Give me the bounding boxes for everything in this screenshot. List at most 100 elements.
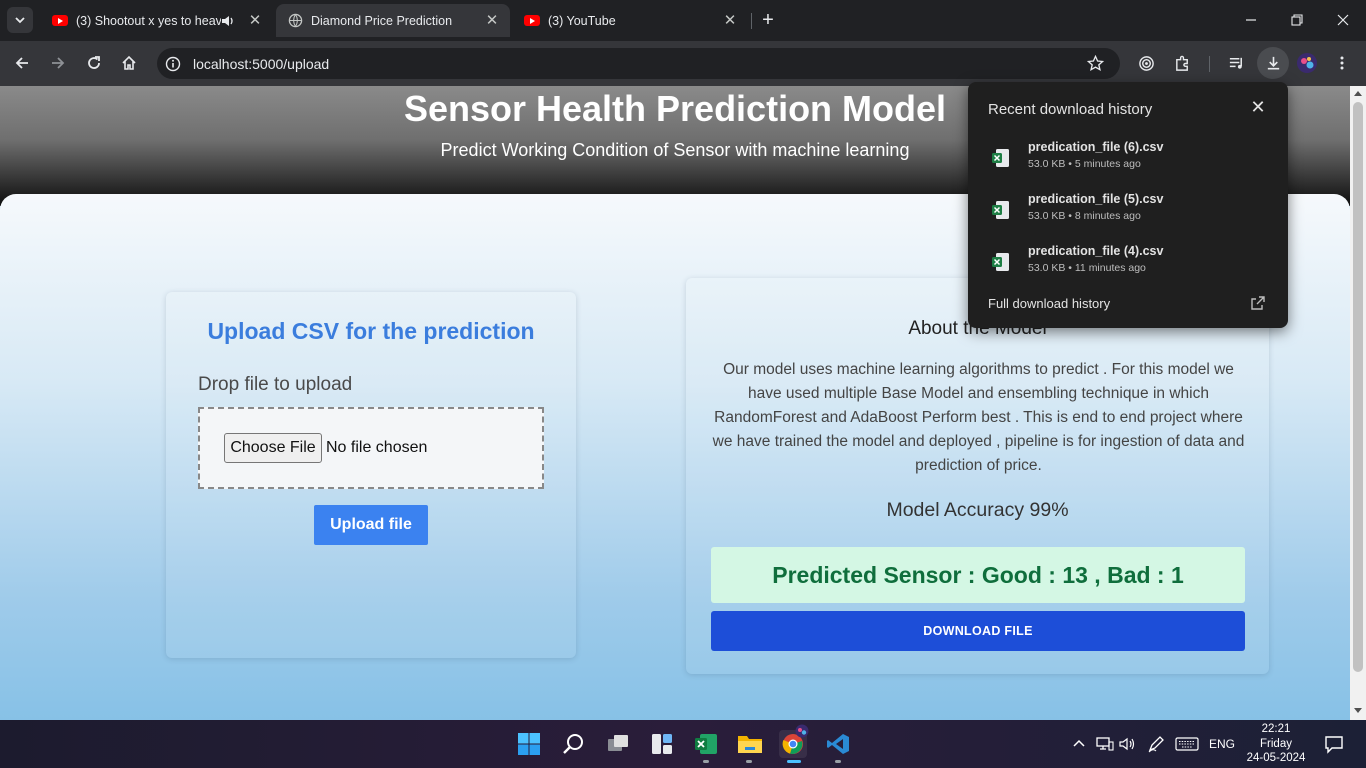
tab-close-icon[interactable]: ✕ <box>484 12 500 29</box>
notification-icon[interactable] <box>1324 734 1344 754</box>
globe-icon <box>288 13 303 28</box>
running-indicator <box>703 760 709 763</box>
system-clock[interactable]: 22:21 Friday 24-05-2024 <box>1240 722 1312 766</box>
download-filename: predication_file (5).csv <box>1028 192 1164 206</box>
scroll-up-arrow[interactable] <box>1354 91 1362 96</box>
download-item[interactable]: predication_file (6).csv 53.0 KB • 5 min… <box>968 138 1288 186</box>
home-button[interactable] <box>115 49 143 77</box>
download-filename: predication_file (6).csv <box>1028 140 1164 154</box>
restore-icon <box>1291 14 1303 26</box>
profile-avatar[interactable] <box>1293 49 1321 77</box>
download-item[interactable]: predication_file (5).csv 53.0 KB • 8 min… <box>968 190 1288 238</box>
pen-icon[interactable] <box>1147 735 1165 753</box>
tab-title: (3) YouTube <box>548 13 616 28</box>
chevron-up-icon[interactable] <box>1072 737 1086 751</box>
site-info-icon[interactable] <box>165 56 181 72</box>
start-button[interactable] <box>515 730 543 758</box>
chrome-app-button[interactable] <box>779 724 809 758</box>
download-history-panel: Recent download history ✕ predication_fi… <box>968 82 1288 328</box>
tab-youtube-shootout[interactable]: (3) Shootout x yes to heave ✕ <box>40 4 273 37</box>
tab-diamond-price-prediction[interactable]: Diamond Price Prediction ✕ <box>276 4 510 37</box>
tab-separator <box>751 13 752 29</box>
vscode-icon <box>827 734 849 754</box>
menu-button[interactable] <box>1328 49 1356 77</box>
running-indicator <box>835 760 841 763</box>
excel-app-button[interactable] <box>692 730 720 758</box>
scroll-down-arrow[interactable] <box>1354 708 1362 713</box>
tab-close-icon[interactable]: ✕ <box>247 12 263 29</box>
forward-button[interactable] <box>44 49 72 77</box>
active-indicator <box>787 760 801 763</box>
vscode-app-button[interactable] <box>824 730 852 758</box>
volume-icon[interactable] <box>1119 736 1137 752</box>
clock-time: 22:21 <box>1261 723 1291 735</box>
downloads-button[interactable] <box>1257 47 1289 79</box>
upload-heading: Upload CSV for the prediction <box>207 318 535 344</box>
minimize-button[interactable] <box>1228 0 1274 40</box>
youtube-icon <box>52 15 68 26</box>
excel-file-icon <box>992 201 1009 219</box>
home-icon <box>122 55 136 70</box>
media-controls-button[interactable] <box>1222 49 1250 77</box>
folder-icon <box>738 736 762 753</box>
search-icon <box>563 734 583 754</box>
extension-button[interactable] <box>1132 49 1160 77</box>
download-meta: 53.0 KB • 8 minutes ago <box>1028 210 1141 222</box>
choose-file-button[interactable]: Choose File <box>224 433 322 463</box>
scroll-thumb[interactable] <box>1353 102 1363 672</box>
drop-label: Drop file to upload <box>198 374 353 395</box>
playlist-icon <box>1229 57 1242 69</box>
restore-button[interactable] <box>1274 0 1320 40</box>
more-vert-icon <box>1340 56 1344 70</box>
arrow-left-icon <box>15 57 28 69</box>
tab-close-icon[interactable]: ✕ <box>722 12 738 29</box>
download-filename: predication_file (4).csv <box>1028 244 1164 258</box>
network-icon[interactable] <box>1096 736 1114 752</box>
tab-search-button[interactable] <box>7 7 33 33</box>
browser-toolbar: localhost:5000/upload <box>0 41 1366 86</box>
reload-button[interactable] <box>80 49 108 77</box>
speaker-icon[interactable] <box>221 14 235 28</box>
upload-file-button[interactable]: Upload file <box>314 505 428 545</box>
download-file-button[interactable]: DOWNLOAD FILE <box>711 611 1245 651</box>
excel-icon <box>695 734 717 754</box>
reload-icon <box>88 56 100 69</box>
windows-taskbar: ENG 22:21 Friday 24-05-2024 <box>0 720 1366 768</box>
close-icon[interactable]: ✕ <box>1248 97 1268 118</box>
extensions-button[interactable] <box>1168 49 1196 77</box>
task-view-button[interactable] <box>604 730 632 758</box>
windows-logo-icon <box>518 733 540 755</box>
page-scrollbar[interactable] <box>1350 86 1366 720</box>
toolbar-separator <box>1209 56 1210 72</box>
tab-strip: (3) Shootout x yes to heave ✕ Diamond Pr… <box>0 0 1366 41</box>
file-explorer-button[interactable] <box>736 730 764 758</box>
address-bar[interactable]: localhost:5000/upload <box>157 48 1120 79</box>
new-tab-button[interactable]: + <box>757 10 779 32</box>
widgets-button[interactable] <box>648 730 676 758</box>
close-window-button[interactable] <box>1320 0 1366 40</box>
file-status: No file chosen <box>326 439 428 456</box>
keyboard-icon[interactable] <box>1175 737 1199 751</box>
task-view-icon <box>608 735 628 751</box>
clock-day: Friday <box>1260 737 1292 750</box>
taskbar-search-button[interactable] <box>560 730 588 758</box>
back-button[interactable] <box>8 49 36 77</box>
download-meta: 53.0 KB • 5 minutes ago <box>1028 158 1141 170</box>
full-download-history-link[interactable]: Full download history <box>988 296 1110 311</box>
excel-file-icon <box>992 149 1009 167</box>
minimize-icon <box>1246 19 1256 21</box>
clock-date: 24-05-2024 <box>1246 752 1306 764</box>
download-meta: 53.0 KB • 11 minutes ago <box>1028 262 1146 274</box>
input-language[interactable]: ENG <box>1209 737 1235 751</box>
excel-file-icon <box>992 253 1009 271</box>
model-accuracy: Model Accuracy 99% <box>886 499 1069 521</box>
youtube-icon <box>524 15 540 26</box>
file-dropzone[interactable]: Choose File No file chosen <box>198 407 544 489</box>
arrow-right-icon <box>52 57 65 69</box>
running-indicator <box>746 760 752 763</box>
download-item[interactable]: predication_file (4).csv 53.0 KB • 11 mi… <box>968 242 1288 290</box>
chevron-down-icon <box>15 17 25 24</box>
open-external-icon[interactable] <box>1250 295 1266 311</box>
star-icon[interactable] <box>1087 55 1104 72</box>
tab-youtube[interactable]: (3) YouTube ✕ <box>512 4 748 37</box>
